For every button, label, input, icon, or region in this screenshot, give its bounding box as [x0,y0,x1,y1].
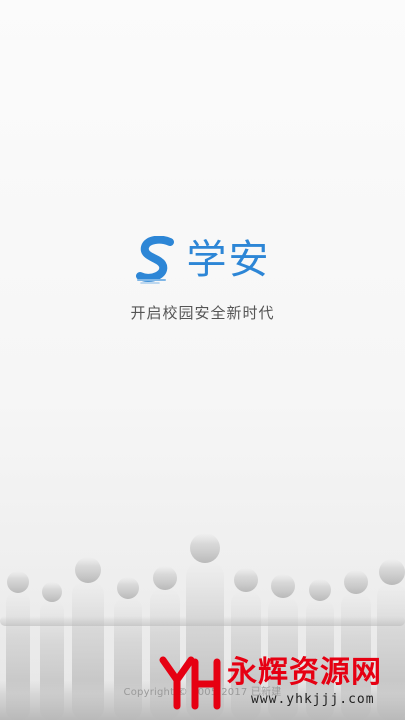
brand-lockup: 学安 [0,235,405,284]
s-logo-icon [135,235,179,284]
yh-logo-icon [159,656,221,710]
tagline: 开启校园安全新时代 [130,304,275,322]
watermark: 永辉资源网 www.yhkjjj.com [159,652,399,714]
watermark-text: 永辉资源网 [227,655,382,690]
splash-screen: 学安 开启校园安全新时代 Copyright © 2005-2017 已新建 永… [0,0,405,720]
watermark-url: www.yhkjjj.com [251,692,375,707]
app-name: 学安 [186,237,271,283]
